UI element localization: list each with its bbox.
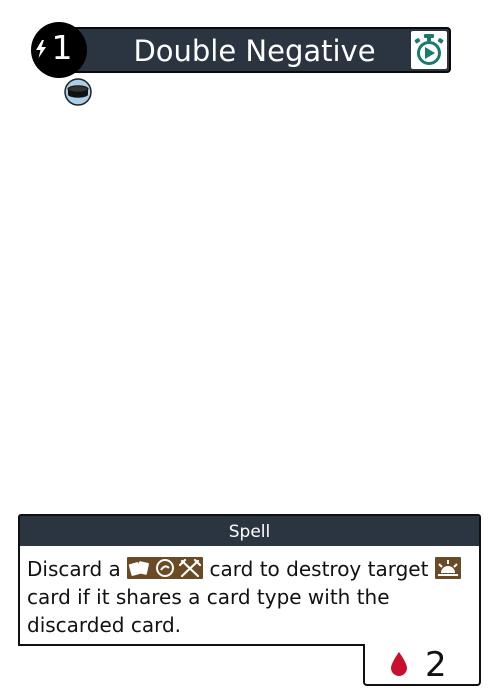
hand-icon [156, 559, 175, 577]
speed-badge [411, 31, 447, 69]
card-title: Double Negative [133, 34, 376, 68]
crossed-tools-icon [179, 558, 202, 578]
blood-drop-icon [391, 652, 407, 676]
card-title-bar: Double Negative [62, 27, 451, 73]
energy-cost-value: 1 [51, 28, 73, 67]
secondary-cost-value: 2 [425, 645, 447, 685]
card-rules-text: Discard a card to destroy target card if… [27, 555, 469, 639]
disc-token-icon [64, 78, 92, 106]
cards-icon [129, 561, 150, 576]
rules-text-part: Discard a [27, 557, 121, 581]
lightning-bolt-icon [36, 40, 46, 58]
stopwatch-play-icon [414, 34, 444, 65]
sunrise-icon [434, 557, 461, 579]
card-text-box: Spell Discard a card to destroy target c… [18, 514, 481, 646]
discard-types-chip [127, 557, 204, 579]
secondary-cost-box: 2 [363, 644, 481, 686]
rules-text-part: card if it shares a card type with the d… [27, 585, 390, 637]
rules-text-part: card to destroy target [209, 557, 429, 581]
energy-cost-badge: 1 [31, 22, 87, 78]
card-type-line: Spell [20, 516, 479, 546]
